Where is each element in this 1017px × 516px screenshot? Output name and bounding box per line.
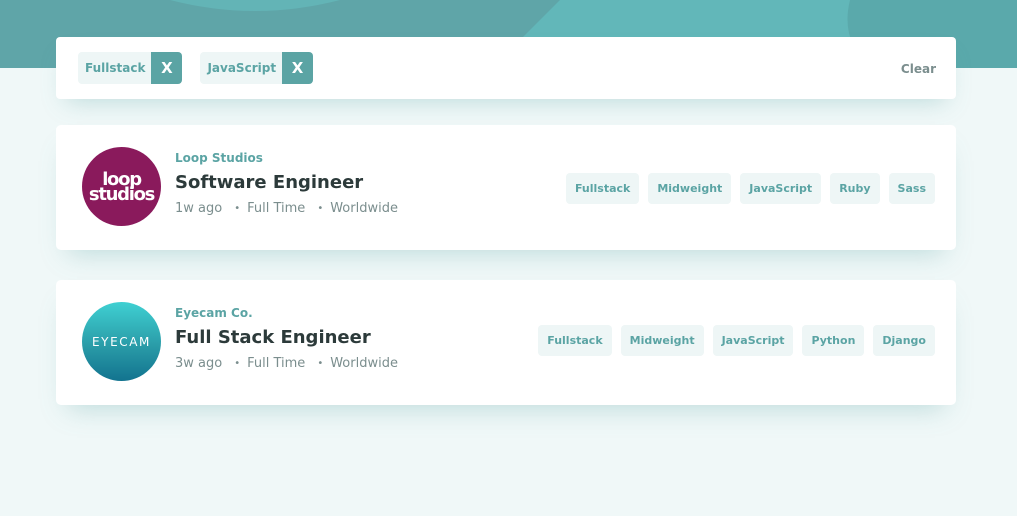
separator-dot-icon: • [317, 358, 324, 369]
tag-button[interactable]: Midweight [620, 325, 704, 356]
job-meta: 3w ago • Full Time • Worldwide [175, 356, 398, 371]
job-info: Eyecam Co. Full Stack Engineer 3w ago • … [175, 306, 398, 371]
job-location: Worldwide [330, 356, 398, 371]
job-location: Worldwide [330, 201, 398, 216]
tag-button[interactable]: Django [873, 325, 935, 356]
contract-type: Full Time [247, 201, 306, 216]
active-filters: Fullstack X JavaScript X [78, 52, 901, 84]
job-meta: 1w ago • Full Time • Worldwide [175, 201, 398, 216]
filter-chip-javascript: JavaScript X [200, 52, 314, 84]
filter-chip-label: Fullstack [78, 52, 152, 84]
separator-dot-icon: • [234, 358, 241, 369]
separator-dot-icon: • [317, 203, 324, 214]
job-title[interactable]: Full Stack Engineer [175, 327, 398, 348]
contract-type: Full Time [247, 356, 306, 371]
tag-button[interactable]: JavaScript [740, 173, 822, 204]
remove-filter-button[interactable]: X [282, 52, 314, 84]
filter-chip-fullstack: Fullstack X [78, 52, 183, 84]
logo-text: loop studios [88, 168, 155, 205]
job-card: EYECAM Eyecam Co. Full Stack Engineer 3w… [56, 280, 956, 405]
job-tags: Fullstack Midweight JavaScript Ruby Sass [565, 173, 935, 204]
tag-button[interactable]: Midweight [648, 173, 732, 204]
remove-filter-button[interactable]: X [151, 52, 183, 84]
tag-button[interactable]: Python [802, 325, 865, 356]
company-name: Loop Studios [175, 151, 263, 165]
filter-bar: Fullstack X JavaScript X Clear [56, 37, 956, 99]
company-logo: EYECAM [82, 302, 161, 381]
company-name: Eyecam Co. [175, 306, 253, 320]
tag-button[interactable]: JavaScript [712, 325, 794, 356]
logo-text: EYECAM [91, 334, 152, 349]
job-info: Loop Studios Software Engineer 1w ago • … [175, 151, 398, 216]
tag-button[interactable]: Ruby [830, 173, 880, 204]
filter-chip-label: JavaScript [200, 52, 283, 84]
company-logo: loop studios [82, 147, 161, 226]
tag-button[interactable]: Fullstack [565, 173, 640, 204]
posted-at: 3w ago [175, 356, 223, 371]
job-title[interactable]: Software Engineer [175, 172, 398, 193]
posted-at: 1w ago [175, 201, 223, 216]
tag-button[interactable]: Fullstack [538, 325, 612, 356]
tag-button[interactable]: Sass [888, 173, 935, 204]
clear-filters-button[interactable]: Clear [901, 62, 936, 76]
separator-dot-icon: • [234, 203, 241, 214]
job-card: loop studios Loop Studios Software Engine… [56, 125, 956, 250]
job-tags: Fullstack Midweight JavaScript Python Dj… [538, 325, 935, 356]
